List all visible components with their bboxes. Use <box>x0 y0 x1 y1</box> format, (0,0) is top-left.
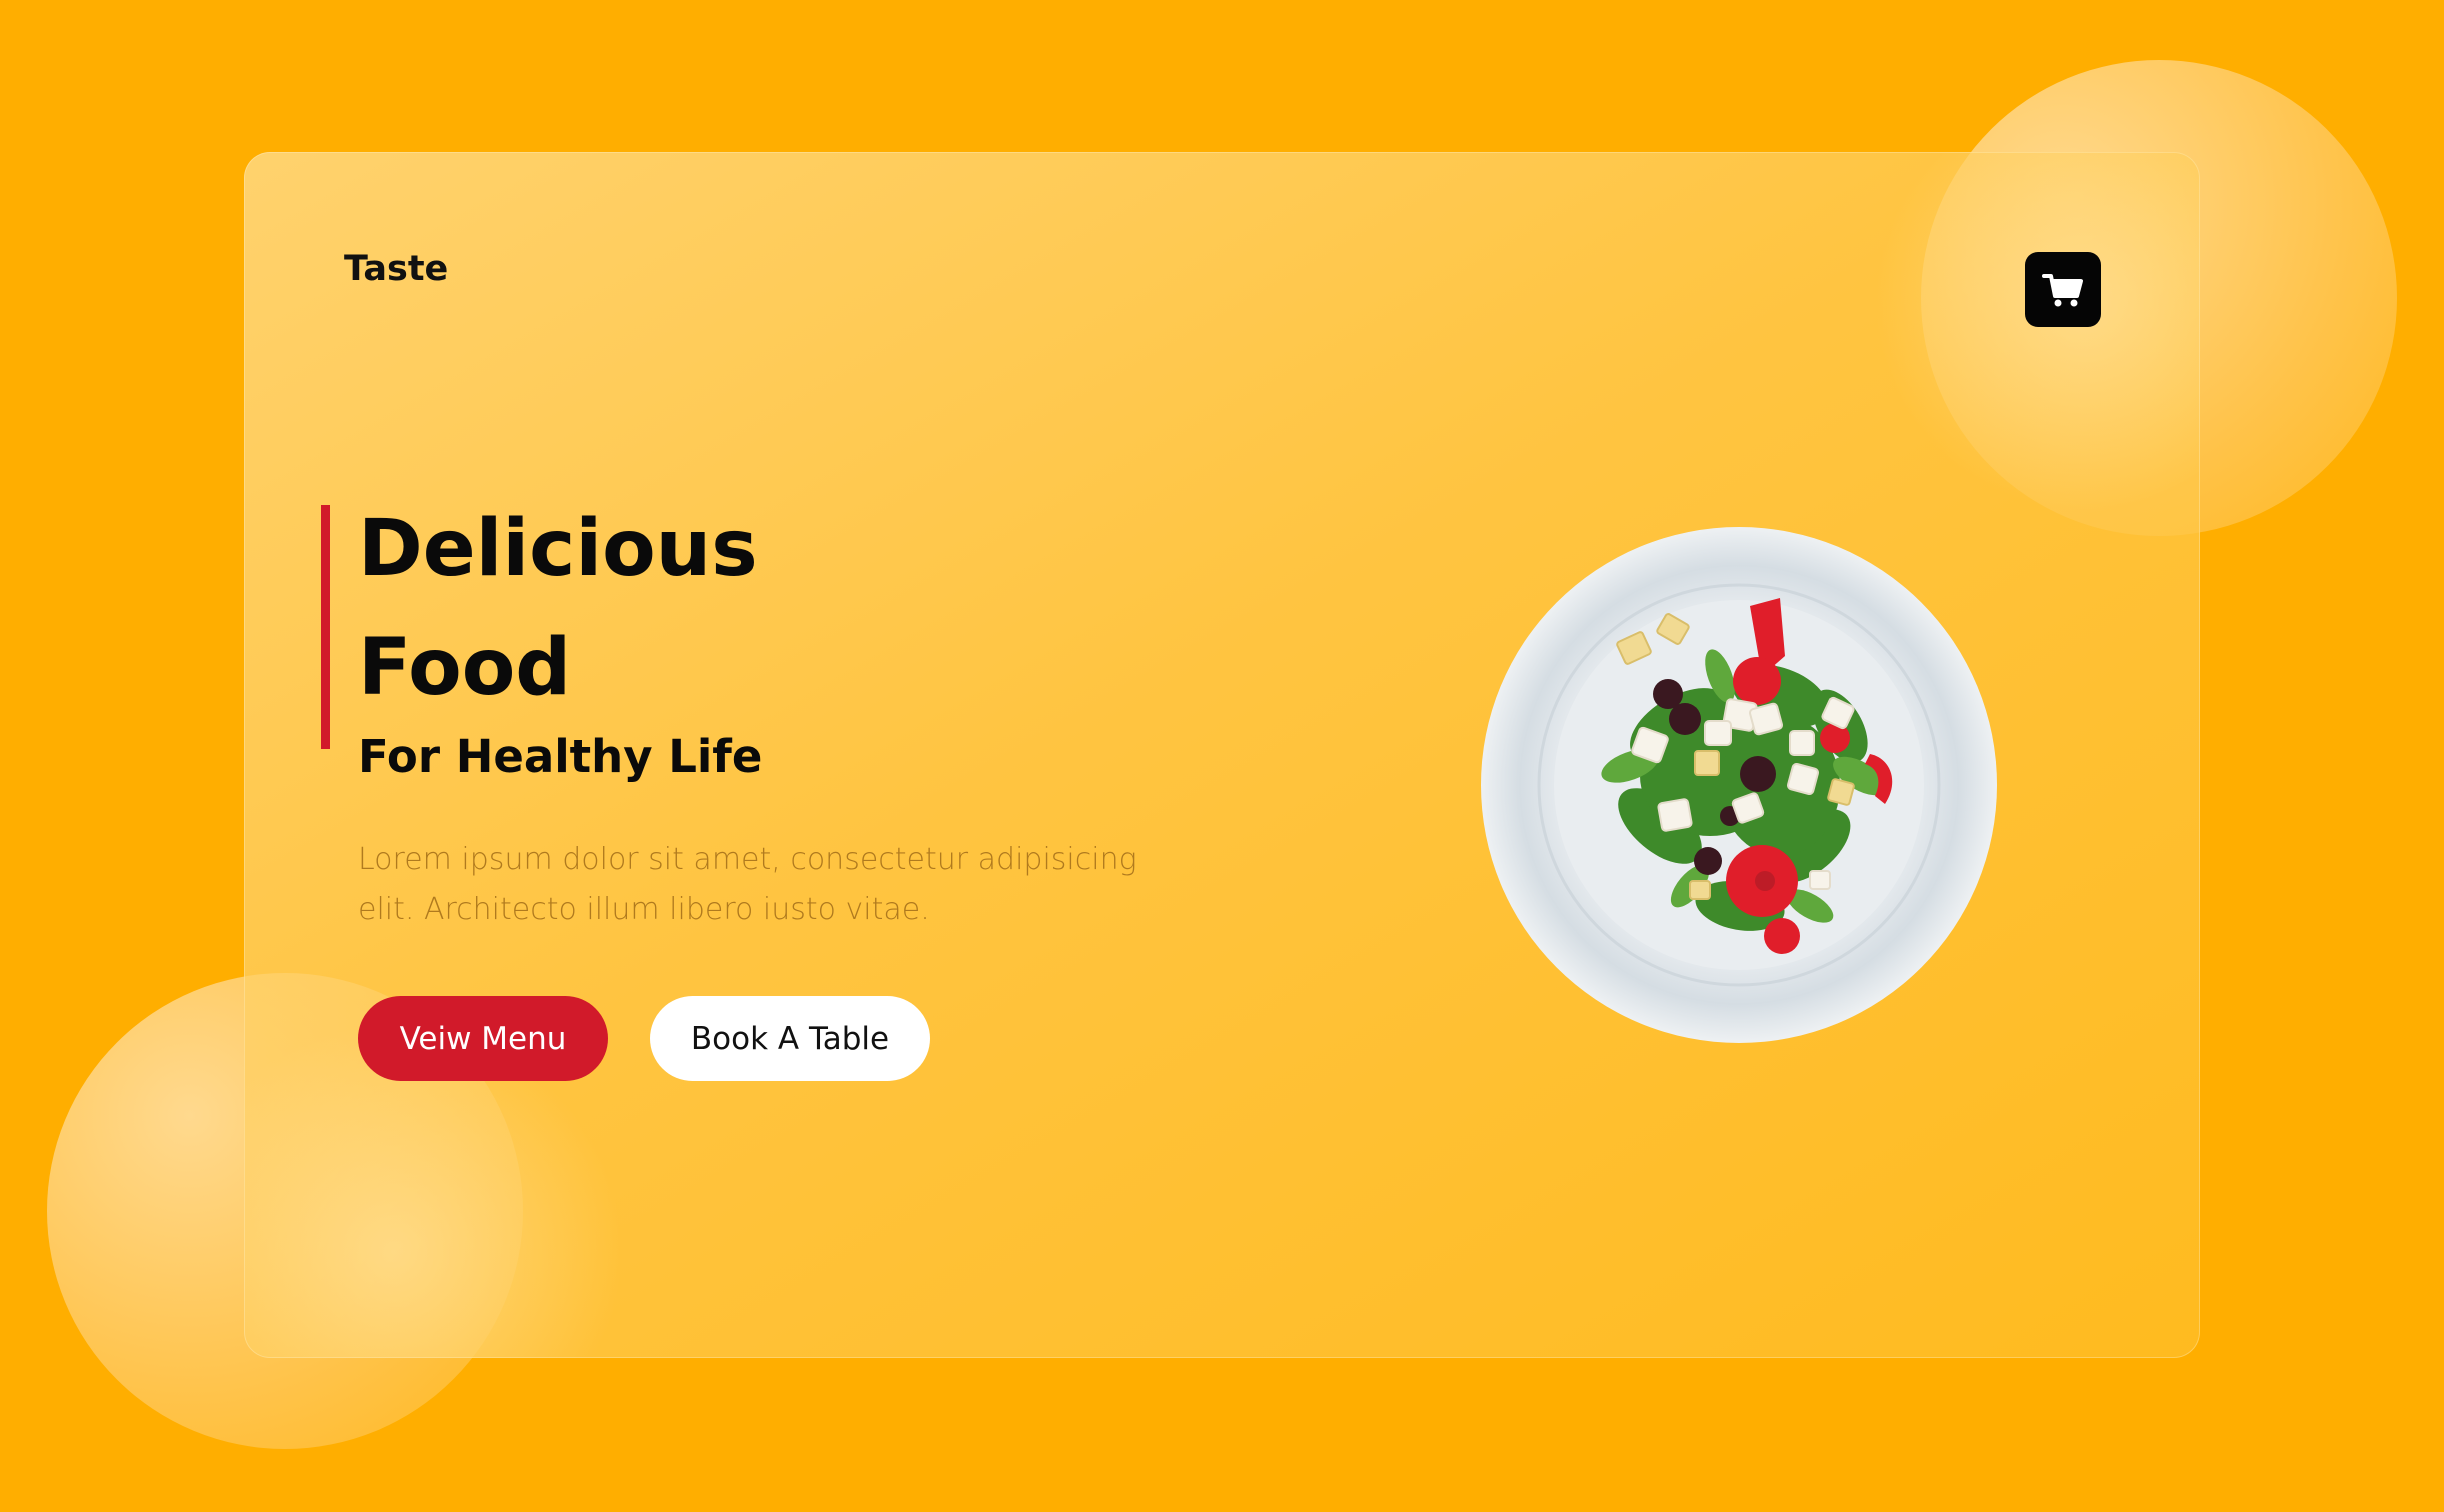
hero-title-line-1: Delicious <box>358 504 758 594</box>
hero-description: Lorem ipsum dolor sit amet, consectetur … <box>358 842 1137 927</box>
hero-title-line-2: Food <box>358 623 572 713</box>
hero-card: Taste Delicious Food For Healthy Life Lo… <box>244 152 2200 1358</box>
view-menu-button[interactable]: Veiw Menu <box>358 996 608 1081</box>
hero-subtitle: For Healthy Life <box>358 730 763 783</box>
book-table-button[interactable]: Book A Table <box>650 996 930 1081</box>
card-glow-top-right <box>1874 152 2200 512</box>
brand-logo[interactable]: Taste <box>344 252 448 287</box>
cart-button[interactable] <box>2025 252 2101 327</box>
salad-plate-image <box>1480 526 1998 1044</box>
title-accent-bar <box>321 505 330 749</box>
shopping-cart-icon <box>2042 273 2083 306</box>
